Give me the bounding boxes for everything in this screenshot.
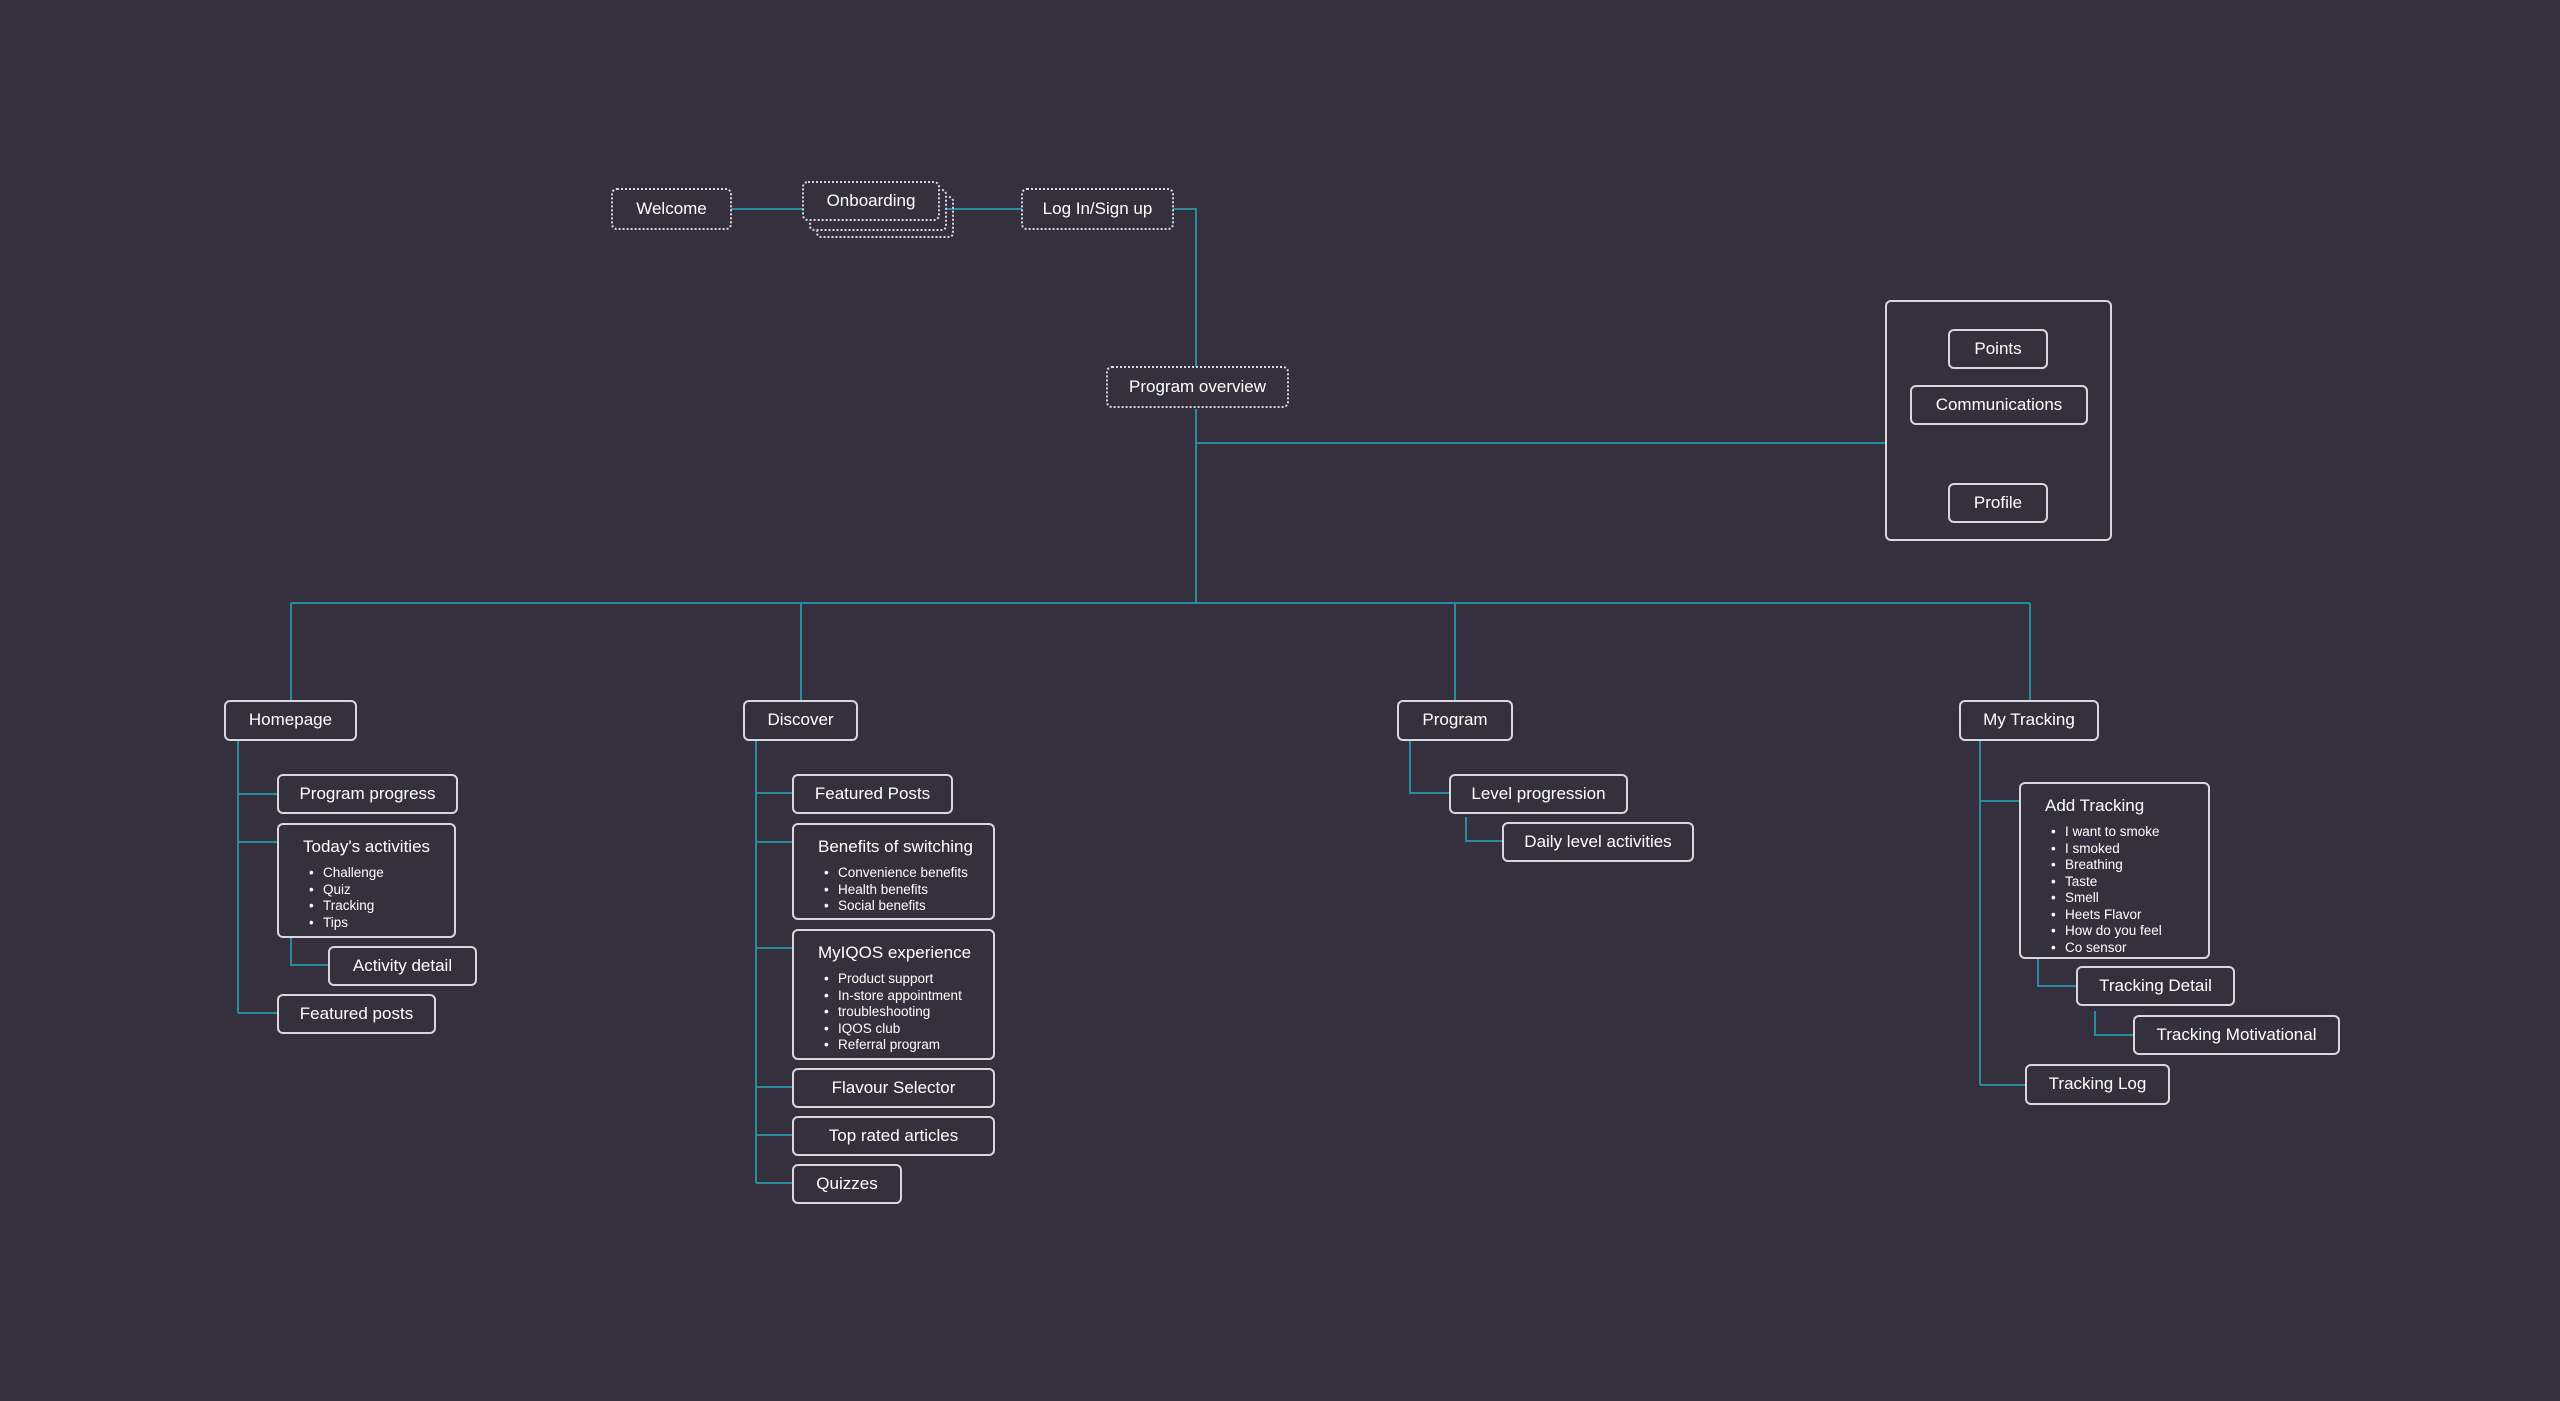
- profile-node: Profile: [1948, 483, 2048, 523]
- benefits-title: Benefits of switching: [818, 837, 973, 856]
- add-tracking-list: I want to smoke I smoked Breathing Taste…: [2045, 824, 2162, 956]
- connector-lines: [237, 208, 2133, 1184]
- list-item: Referral program: [824, 1037, 962, 1054]
- tracking-log-node: Tracking Log: [2025, 1064, 2170, 1105]
- activity-detail-node: Activity detail: [328, 946, 477, 986]
- myiqos-experience-node: MyIQOS experience Product support In-sto…: [792, 929, 995, 1060]
- quizzes-node: Quizzes: [792, 1164, 902, 1204]
- discover-node: Discover: [743, 700, 858, 741]
- list-item: IQOS club: [824, 1021, 962, 1038]
- onboarding-node: Onboarding: [802, 181, 940, 221]
- list-item: Heets Flavor: [2051, 907, 2162, 924]
- flavour-selector-node: Flavour Selector: [792, 1068, 995, 1108]
- discover-featured-posts-node: Featured Posts: [792, 774, 953, 814]
- connector-program-children: [1409, 741, 1449, 794]
- todays-activities-node: Today's activities Challenge Quiz Tracki…: [277, 823, 456, 938]
- sitemap-canvas: Welcome Onboarding Log In/Sign up Progra…: [0, 0, 2560, 1401]
- todays-activities-list: Challenge Quiz Tracking Tips: [303, 865, 384, 931]
- top-rated-articles-node: Top rated articles: [792, 1116, 995, 1156]
- list-item: Quiz: [309, 882, 384, 899]
- list-item: Tips: [309, 915, 384, 932]
- welcome-node: Welcome: [611, 188, 732, 230]
- add-tracking-title: Add Tracking: [2045, 796, 2145, 815]
- my-tracking-node: My Tracking: [1959, 700, 2099, 741]
- list-item: I want to smoke: [2051, 824, 2162, 841]
- tracking-motivational-node: Tracking Motivational: [2133, 1015, 2340, 1055]
- myiqos-list: Product support In-store appointment tro…: [818, 971, 962, 1054]
- list-item: Challenge: [309, 865, 384, 882]
- list-item: I smoked: [2051, 841, 2162, 858]
- myiqos-title: MyIQOS experience: [818, 943, 972, 962]
- list-item: Convenience benefits: [824, 865, 968, 882]
- tracking-detail-node: Tracking Detail: [2076, 966, 2235, 1006]
- communications-node: Communications: [1910, 385, 2088, 425]
- list-item: How do you feel: [2051, 923, 2162, 940]
- list-item: Social benefits: [824, 898, 968, 915]
- list-item: In-store appointment: [824, 988, 962, 1005]
- connector-login-overview: [1173, 208, 1197, 367]
- list-item: Smell: [2051, 890, 2162, 907]
- todays-activities-title: Today's activities: [303, 837, 431, 856]
- program-progress-node: Program progress: [277, 774, 458, 814]
- list-item: Tracking: [309, 898, 384, 915]
- list-item: Breathing: [2051, 857, 2162, 874]
- benefits-of-switching-node: Benefits of switching Convenience benefi…: [792, 823, 995, 920]
- list-item: Health benefits: [824, 882, 968, 899]
- points-node: Points: [1948, 329, 2048, 369]
- benefits-list: Convenience benefits Health benefits Soc…: [818, 865, 968, 915]
- add-tracking-node: Add Tracking I want to smoke I smoked Br…: [2019, 782, 2210, 959]
- homepage-featured-posts-node: Featured posts: [277, 994, 436, 1034]
- connector-activities-detail: [290, 938, 328, 966]
- level-progression-node: Level progression: [1449, 774, 1628, 814]
- list-item: troubleshooting: [824, 1004, 962, 1021]
- list-item: Co sensor: [2051, 940, 2162, 957]
- program-node: Program: [1397, 700, 1513, 741]
- program-overview-node: Program overview: [1106, 366, 1289, 408]
- homepage-node: Homepage: [224, 700, 357, 741]
- daily-level-activities-node: Daily level activities: [1502, 822, 1694, 862]
- login-signup-node: Log In/Sign up: [1021, 188, 1174, 230]
- list-item: Product support: [824, 971, 962, 988]
- list-item: Taste: [2051, 874, 2162, 891]
